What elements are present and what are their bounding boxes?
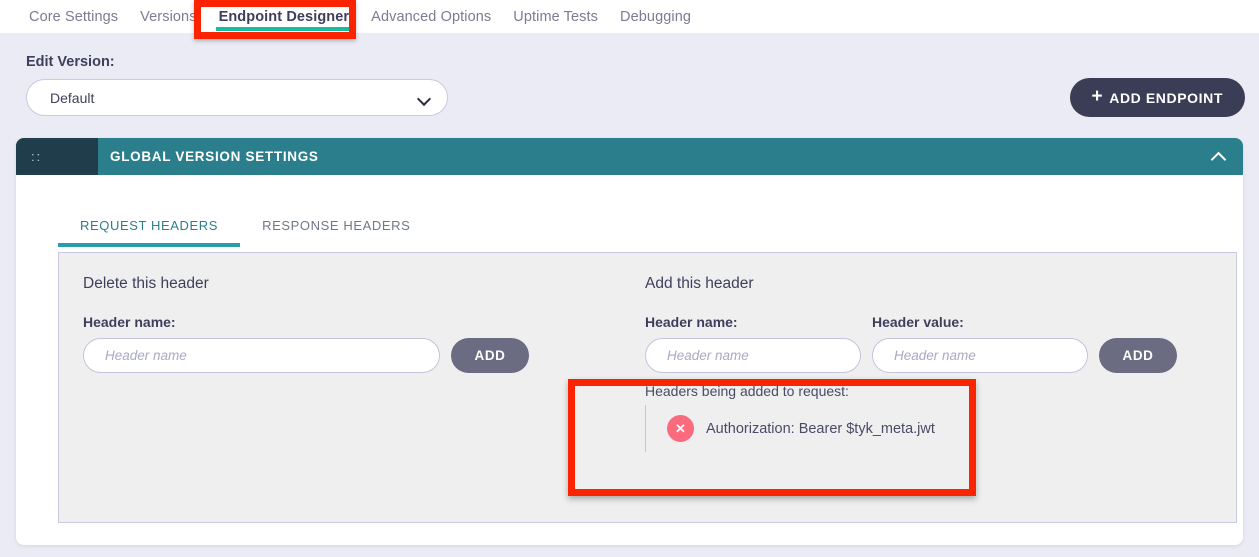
add-endpoint-button[interactable]: + ADD ENDPOINT <box>1069 78 1245 117</box>
add-header-section: Add this header Header name: Header valu… <box>645 275 1177 373</box>
delete-header-title: Delete this header <box>83 275 209 292</box>
subtab-request-headers[interactable]: REQUEST HEADERS <box>58 218 241 247</box>
tab-debugging[interactable]: Debugging <box>609 9 702 33</box>
drag-handle-glyph: :: <box>31 149 43 164</box>
tab-uptime-tests[interactable]: Uptime Tests <box>502 9 609 33</box>
delete-header-name-input[interactable] <box>83 338 440 373</box>
delete-header-form-row: Header name: ADD <box>83 314 529 373</box>
header-subtab-bar: REQUEST HEADERS RESPONSE HEADERS <box>58 218 432 247</box>
panel-header: :: GLOBAL VERSION SETTINGS <box>16 138 1243 175</box>
delete-header-section: Delete this header Header name: ADD <box>83 275 529 373</box>
tab-label: Advanced Options <box>371 9 492 25</box>
chevron-down-icon <box>418 94 431 102</box>
tab-label: Debugging <box>620 9 692 25</box>
subtab-response-headers[interactable]: RESPONSE HEADERS <box>240 218 432 247</box>
add-header-name-label: Header name: <box>645 314 738 330</box>
add-header-form-row: Header name: Header value: ADD <box>645 314 1177 373</box>
active-subtab-underline <box>58 243 241 247</box>
tab-label: Core Settings <box>29 9 119 25</box>
add-header-title: Add this header <box>645 275 754 292</box>
add-header-name-input[interactable] <box>645 338 861 373</box>
add-header-value-input[interactable] <box>872 338 1088 373</box>
edit-version-label: Edit Version: <box>26 54 115 70</box>
active-tab-underline <box>215 27 353 31</box>
panel-title: GLOBAL VERSION SETTINGS <box>110 149 319 164</box>
plus-icon: + <box>1091 86 1104 107</box>
tab-label: Uptime Tests <box>513 9 599 25</box>
tab-versions[interactable]: Versions <box>129 9 207 33</box>
tab-label: Endpoint Designer <box>218 9 350 25</box>
delete-header-add-button[interactable]: ADD <box>451 338 529 373</box>
header-item-text: Authorization: Bearer $tyk_meta.jwt <box>706 420 935 437</box>
add-header-value-label: Header value: <box>872 314 964 330</box>
edit-version-select[interactable]: Default <box>26 79 448 116</box>
headers-content-box: Delete this header Header name: ADD Add … <box>58 252 1237 523</box>
subtab-label: RESPONSE HEADERS <box>262 218 411 233</box>
drag-handle[interactable]: :: <box>16 138 98 175</box>
tab-endpoint-designer[interactable]: Endpoint Designer <box>208 9 361 33</box>
add-header-add-button[interactable]: ADD <box>1099 338 1177 373</box>
panel-collapse-button[interactable] <box>1211 138 1227 175</box>
subtab-label: REQUEST HEADERS <box>80 218 219 233</box>
edit-version-selected-value: Default <box>50 89 95 106</box>
delete-header-name-group: Header name: <box>83 314 440 373</box>
tab-core-settings[interactable]: Core Settings <box>18 9 129 33</box>
headers-added-list: Headers being added to request: ✕ Author… <box>645 383 935 452</box>
global-version-settings-panel: :: GLOBAL VERSION SETTINGS REQUEST HEADE… <box>16 138 1243 545</box>
tab-label: Versions <box>140 9 197 25</box>
chevron-up-icon <box>1211 152 1227 161</box>
add-endpoint-label: ADD ENDPOINT <box>1109 89 1223 106</box>
primary-tab-bar: Core Settings Versions Endpoint Designer… <box>0 0 1259 33</box>
delete-header-name-label: Header name: <box>83 314 176 330</box>
headers-added-title: Headers being added to request: <box>645 383 849 399</box>
list-item: ✕ Authorization: Bearer $tyk_meta.jwt <box>645 405 935 452</box>
add-header-name-group: Header name: <box>645 314 861 373</box>
add-header-value-group: Header value: <box>872 314 1088 373</box>
tab-advanced-options[interactable]: Advanced Options <box>360 9 502 33</box>
delete-header-icon[interactable]: ✕ <box>667 415 694 442</box>
